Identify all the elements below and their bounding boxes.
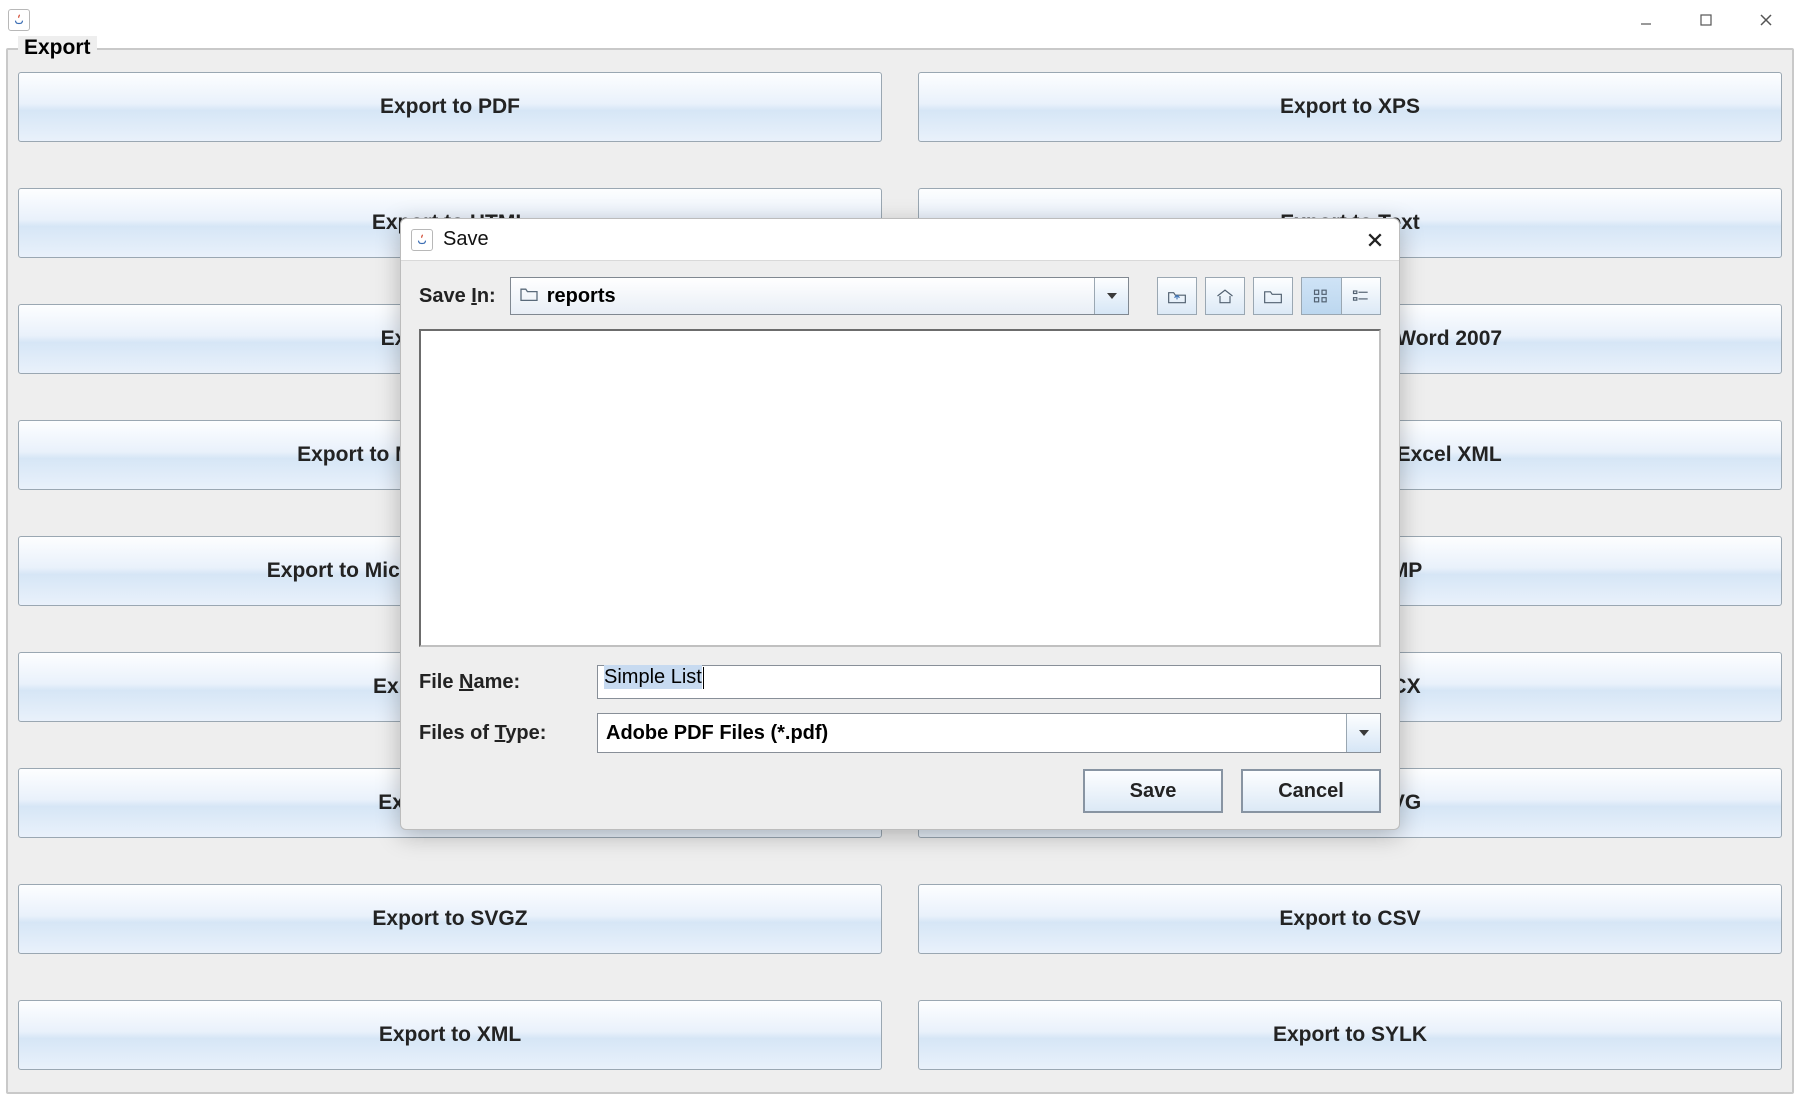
chevron-down-icon[interactable]: [1346, 714, 1380, 752]
dialog-titlebar: Save: [401, 219, 1399, 261]
export-sylk-button[interactable]: Export to SYLK: [918, 1000, 1782, 1070]
folder-icon: [519, 285, 539, 308]
up-folder-button[interactable]: [1157, 277, 1197, 315]
file-name-input[interactable]: Simple List: [597, 665, 1381, 699]
icons-view-button[interactable]: [1301, 277, 1341, 315]
export-pdf-button[interactable]: Export to PDF: [18, 72, 882, 142]
file-type-value: Adobe PDF Files (*.pdf): [598, 714, 1346, 752]
group-title: Export: [18, 36, 97, 60]
titlebar: [0, 0, 1800, 40]
java-cup-icon: [411, 229, 433, 251]
file-type-combo[interactable]: Adobe PDF Files (*.pdf): [597, 713, 1381, 753]
new-folder-button[interactable]: [1253, 277, 1293, 315]
export-svgz-button[interactable]: Export to SVGZ: [18, 884, 882, 954]
save-in-value: reports: [547, 285, 616, 308]
maximize-button[interactable]: [1676, 2, 1736, 38]
cancel-button[interactable]: Cancel: [1241, 769, 1381, 813]
dialog-title: Save: [443, 228, 489, 251]
dialog-close-button[interactable]: [1361, 226, 1389, 254]
minimize-button[interactable]: [1616, 2, 1676, 38]
save-in-label: Save In:: [419, 285, 496, 308]
java-cup-icon: [8, 9, 30, 31]
export-csv-button[interactable]: Export to CSV: [918, 884, 1782, 954]
file-type-label: Files of Type:: [419, 722, 597, 745]
home-button[interactable]: [1205, 277, 1245, 315]
save-dialog: Save Save In: reports: [400, 218, 1400, 830]
list-view-button[interactable]: [1341, 277, 1381, 315]
close-button[interactable]: [1736, 2, 1796, 38]
chevron-down-icon[interactable]: [1094, 278, 1128, 314]
file-list[interactable]: [419, 329, 1381, 647]
file-name-label: File Name:: [419, 671, 597, 694]
save-button[interactable]: Save: [1083, 769, 1223, 813]
save-in-combo[interactable]: reports: [510, 277, 1129, 315]
export-xml-button[interactable]: Export to XML: [18, 1000, 882, 1070]
export-xps-button[interactable]: Export to XPS: [918, 72, 1782, 142]
